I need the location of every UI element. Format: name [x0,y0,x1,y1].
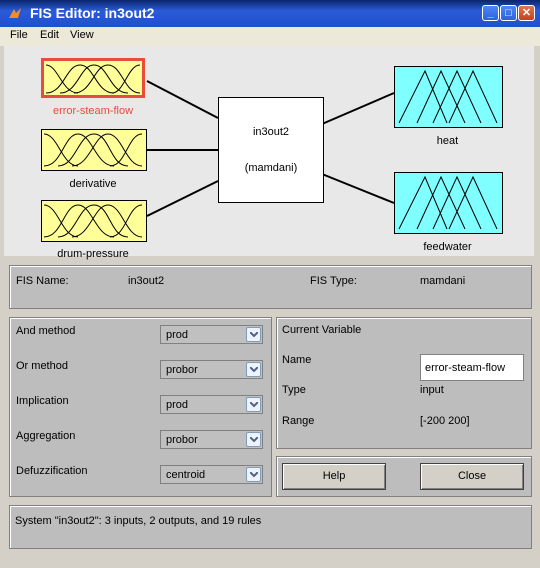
or-method-label: Or method [16,360,68,372]
current-variable-panel: Current Variable Name error-steam-flow T… [276,317,532,449]
chevron-down-icon[interactable] [246,362,261,377]
variable-range-label: Range [282,415,315,427]
defuzzification-value: centroid [166,469,206,481]
aggregation-value: probor [166,434,198,446]
implication-value: prod [166,399,189,411]
chevron-down-icon[interactable] [246,467,261,482]
system-name: in3out2 [252,126,290,138]
status-panel: System "in3out2": 3 inputs, 2 outputs, a… [9,505,532,549]
title-bar[interactable]: FIS Editor: in3out2 _ □ ✕ [0,0,540,27]
triangular-mf-icon [398,175,498,230]
output-variable-feedwater[interactable] [394,172,503,234]
implication-select[interactable]: prod [160,395,263,414]
matlab-app-icon [9,8,21,18]
implication-label: Implication [16,395,69,407]
chevron-down-icon[interactable] [246,327,261,342]
minimize-button[interactable]: _ [482,5,499,21]
and-method-label: And method [16,325,76,337]
help-button[interactable]: Help [282,463,386,490]
window-title: FIS Editor: in3out2 [30,5,155,21]
close-window-button[interactable]: ✕ [518,5,535,21]
defuzzification-label: Defuzzification [16,465,88,477]
fis-info-panel: FIS Name: in3out2 FIS Type: mamdani [9,265,532,309]
fis-type-value: mamdani [420,275,466,287]
input-label-drum-pressure: drum-pressure [57,248,129,260]
variable-name-input[interactable]: error-steam-flow [420,354,524,381]
system-block[interactable]: in3out2 (mamdani) [218,97,324,203]
status-text: System "in3out2": 3 inputs, 2 outputs, a… [15,515,262,527]
input-label-derivative: derivative [69,178,117,190]
close-button[interactable]: Close [420,463,524,490]
aggregation-label: Aggregation [16,430,76,442]
triangular-mf-icon [398,69,498,124]
and-method-value: prod [166,329,189,341]
fis-diagram: error-steam-flow derivative drum-pressur… [4,46,534,260]
fis-type-label: FIS Type: [310,275,357,287]
and-method-select[interactable]: prod [160,325,263,344]
input-variable-derivative[interactable] [41,129,147,171]
output-variable-heat[interactable] [394,66,503,128]
variable-type-label: Type [282,384,306,396]
input-label-error-steam-flow: error-steam-flow [52,105,134,117]
gaussian-mf-icon [45,64,141,94]
fis-name-label: FIS Name: [16,275,69,287]
buttons-panel: Help Close [276,456,532,497]
output-label-heat: heat [436,135,459,147]
output-label-feedwater: feedwater [423,241,472,253]
variable-type-value: input [420,384,444,396]
system-type: (mamdani) [244,162,298,174]
current-variable-heading: Current Variable [282,324,362,336]
chevron-down-icon[interactable] [246,432,261,447]
menu-bar: File Edit View [0,27,540,46]
variable-name-label: Name [282,354,312,366]
chevron-down-icon[interactable] [246,397,261,412]
or-method-value: probor [166,364,198,376]
or-method-select[interactable]: probor [160,360,263,379]
input-variable-error-steam-flow[interactable] [41,58,145,98]
gaussian-mf-icon [43,204,143,238]
gaussian-mf-icon [43,133,143,167]
fis-name-value: in3out2 [128,275,165,287]
input-variable-drum-pressure[interactable] [41,200,147,242]
menu-file[interactable]: File [10,29,28,41]
variable-range-value: [-200 200] [420,415,470,427]
menu-edit[interactable]: Edit [40,29,59,41]
menu-view[interactable]: View [70,29,94,41]
methods-panel: And method prod Or method probor Implica… [9,317,272,497]
maximize-button[interactable]: □ [500,5,517,21]
aggregation-select[interactable]: probor [160,430,263,449]
defuzzification-select[interactable]: centroid [160,465,263,484]
